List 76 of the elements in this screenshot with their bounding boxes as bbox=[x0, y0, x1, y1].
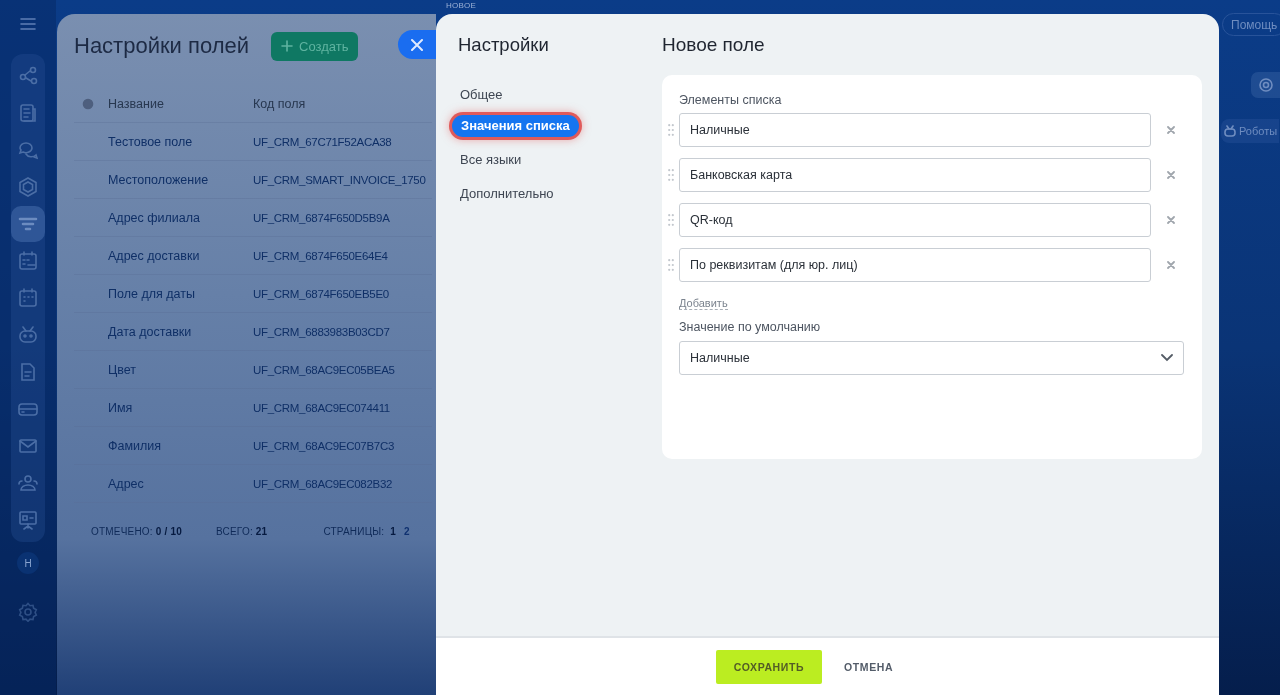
column-header[interactable]: Код поля bbox=[253, 96, 306, 111]
page-title: Настройки полей bbox=[74, 33, 249, 59]
mail-icon bbox=[18, 436, 38, 456]
drag-handle-icon bbox=[668, 169, 674, 181]
field-code: UF_CRM_6874F650D5B9A bbox=[253, 211, 390, 224]
file-icon bbox=[18, 362, 38, 382]
chevron-down-icon bbox=[1161, 354, 1173, 362]
create-button[interactable]: Создать bbox=[271, 31, 359, 61]
menu-icon bbox=[20, 18, 36, 30]
nav-item[interactable]: Все языки bbox=[460, 146, 522, 174]
page-link[interactable]: 2 bbox=[404, 525, 410, 537]
column-header[interactable]: Название bbox=[108, 96, 253, 111]
checklist-icon bbox=[18, 251, 38, 271]
flow-icon bbox=[18, 66, 38, 86]
field-code: UF_CRM_68AC9EC07B7C3 bbox=[253, 439, 394, 452]
nav-item[interactable]: Значения списка bbox=[452, 115, 579, 137]
plus-icon bbox=[281, 40, 293, 52]
close-icon bbox=[411, 38, 423, 51]
hexagon-icon bbox=[18, 177, 38, 197]
drag-handle-icon bbox=[668, 259, 674, 271]
close-icon bbox=[1167, 171, 1175, 179]
input-field[interactable]: Банковская карта bbox=[679, 158, 1151, 192]
field-name-link[interactable]: Тестовое поле bbox=[108, 134, 253, 149]
field-name-link[interactable]: Адрес филиала bbox=[108, 210, 253, 225]
input-field[interactable]: По реквизитам (для юр. лиц) bbox=[679, 248, 1151, 282]
field-name-link[interactable]: Имя bbox=[108, 400, 253, 415]
field-name-link[interactable]: Адрес доставки bbox=[108, 248, 253, 263]
settings-icon bbox=[1257, 77, 1274, 93]
close-icon bbox=[1167, 126, 1175, 134]
field-name-link[interactable]: Местоположение bbox=[108, 172, 253, 187]
close-icon bbox=[1167, 216, 1175, 224]
field-name-link[interactable]: Цвет bbox=[108, 362, 253, 377]
field-code: UF_CRM_6883983B03CD7 bbox=[253, 325, 390, 338]
robots-button[interactable]: Роботы bbox=[1221, 119, 1280, 143]
nav-item[interactable]: Общее bbox=[460, 81, 503, 109]
settings-icon bbox=[18, 602, 38, 622]
page-link[interactable]: 1 bbox=[390, 525, 397, 537]
cancel-button[interactable]: ОТМЕНА bbox=[836, 652, 902, 681]
panel-title: Настройки bbox=[458, 34, 550, 56]
field-name-link[interactable]: Дата доставки bbox=[108, 324, 253, 339]
selected-count: ОТМЕЧЕНО: 0 / 10 bbox=[91, 525, 182, 537]
field-code: UF_CRM_SMART_INVOICE_1750 bbox=[253, 173, 426, 186]
settings-button[interactable] bbox=[1251, 72, 1280, 98]
field-label: Значение по умолчанию bbox=[679, 320, 822, 334]
robot-icon bbox=[18, 325, 38, 345]
total-count: ВСЕГО: 21 bbox=[216, 525, 268, 537]
field-code: UF_CRM_6874F650EB5E0 bbox=[253, 287, 389, 300]
sidebar-item[interactable] bbox=[11, 206, 45, 242]
field-code: UF_CRM_68AC9EC05BEA5 bbox=[253, 363, 395, 376]
calendar-icon bbox=[18, 288, 38, 308]
form-title: Новое поле bbox=[662, 34, 766, 56]
input-field[interactable]: QR-код bbox=[679, 203, 1151, 237]
field-code: UF_CRM_68AC9EC074411 bbox=[253, 401, 390, 414]
field-code: UF_CRM_68AC9EC082B32 bbox=[253, 477, 393, 490]
nav-item[interactable]: Дополнительно bbox=[460, 180, 554, 208]
people-icon bbox=[18, 473, 38, 493]
pages-label: СТРАНИЦЫ: bbox=[323, 525, 385, 537]
field-label: Элементы списка bbox=[679, 93, 783, 107]
field-name-link[interactable]: Фамилия bbox=[108, 438, 253, 453]
save-button[interactable]: СОХРАНИТЬ bbox=[715, 649, 823, 684]
document-icon bbox=[18, 103, 38, 123]
close-icon bbox=[1167, 261, 1175, 269]
add-link[interactable]: Добавить bbox=[679, 297, 728, 310]
chat-icon bbox=[18, 140, 38, 160]
help-button[interactable]: Помощь bbox=[1222, 13, 1280, 36]
field-code: UF_CRM_67C71F52ACA38 bbox=[253, 135, 392, 148]
default-value-select[interactable]: Наличные bbox=[679, 341, 1184, 375]
robot-icon bbox=[1224, 125, 1236, 137]
input-field[interactable]: Наличные bbox=[679, 113, 1151, 147]
new-label: НОВОЕ bbox=[446, 1, 477, 10]
field-name-link[interactable]: Адрес bbox=[108, 476, 253, 491]
drag-handle-icon bbox=[668, 124, 674, 136]
presentation-icon bbox=[18, 510, 38, 530]
drag-handle-icon bbox=[668, 214, 674, 226]
field-name-link[interactable]: Поле для даты bbox=[108, 286, 253, 301]
field-code: UF_CRM_6874F650E64E4 bbox=[253, 249, 388, 262]
